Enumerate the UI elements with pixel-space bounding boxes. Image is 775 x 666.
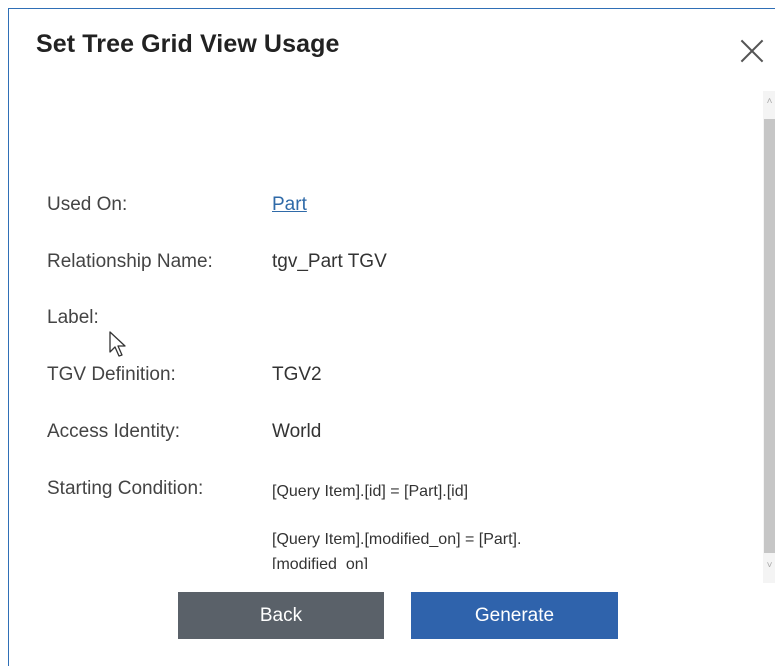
tgv-definition-label: TGV Definition:	[47, 364, 176, 385]
scroll-up-arrow-icon[interactable]: ˄	[763, 91, 775, 121]
starting-condition-2: [Query Item].[modified_on] = [Part].	[272, 531, 522, 548]
scrollbar[interactable]: ˄ ˅	[763, 91, 775, 583]
dialog-title: Set Tree Grid View Usage	[36, 30, 340, 58]
tgv-definition-value: TGV2	[272, 364, 322, 385]
label-label: Label:	[47, 307, 99, 328]
scroll-thumb[interactable]	[764, 119, 775, 553]
relationship-name-value: tgv_Part TGV	[272, 251, 387, 272]
back-button[interactable]: Back	[178, 592, 384, 639]
access-identity-value: World	[272, 421, 322, 442]
mouse-pointer-icon	[109, 331, 126, 357]
used-on-link[interactable]: Part	[272, 194, 307, 216]
close-icon[interactable]	[737, 36, 767, 66]
access-identity-label: Access Identity:	[47, 421, 181, 442]
relationship-name-label: Relationship Name:	[47, 251, 213, 272]
starting-condition-3: [modified_on]	[272, 556, 369, 569]
starting-condition-label: Starting Condition:	[47, 478, 204, 499]
starting-condition-1: [Query Item].[id] = [Part].[id]	[272, 483, 469, 500]
used-on-label: Used On:	[47, 194, 128, 215]
generate-button[interactable]: Generate	[411, 592, 618, 639]
scroll-down-arrow-icon[interactable]: ˅	[763, 555, 775, 583]
